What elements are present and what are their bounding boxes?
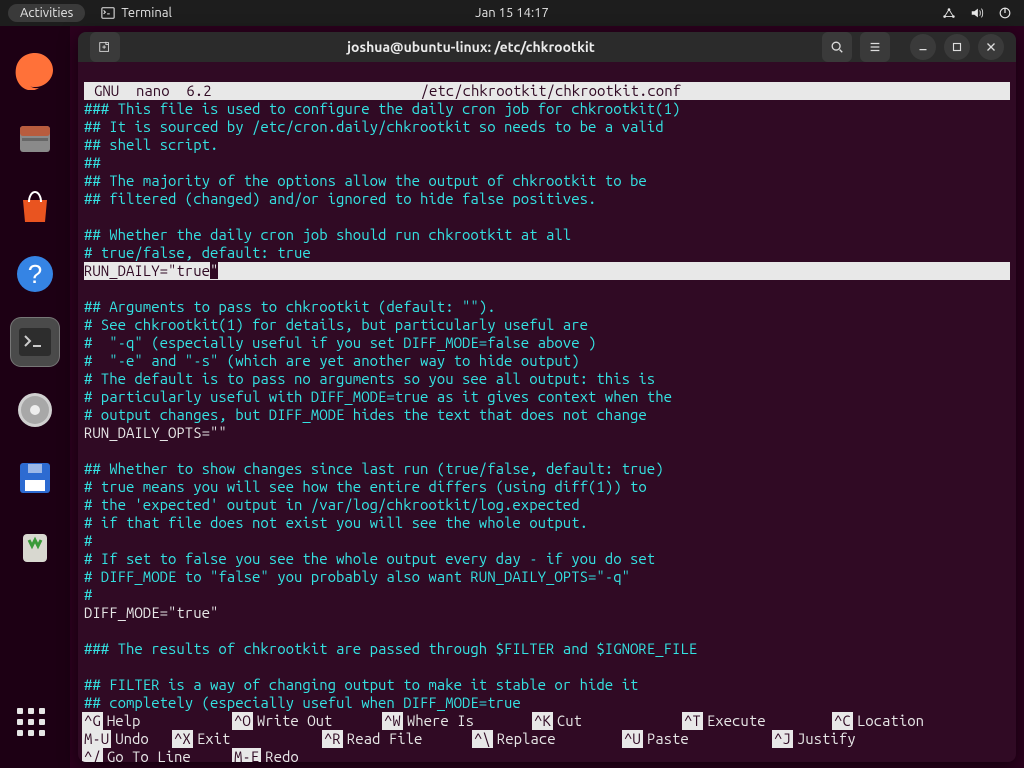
network-icon	[942, 6, 956, 20]
activities-button[interactable]: Activities	[8, 4, 85, 22]
dock-firefox[interactable]	[11, 46, 59, 94]
file-line: DIFF_MODE="true"	[84, 604, 218, 621]
shortcut-replace: ^\Replace	[472, 730, 622, 748]
file-line: ### The results of chkrootkit are passed…	[84, 640, 697, 657]
close-icon	[984, 40, 998, 54]
window-title: joshua@ubuntu-linux: /etc/chkrootkit	[124, 39, 818, 55]
dock-terminal[interactable]	[11, 318, 59, 366]
file-line: ## It is sourced by /etc/cron.daily/chkr…	[84, 118, 664, 135]
nano-shortcuts: ^GHelp ^OWrite Out ^WWhere Is ^KCut ^TEx…	[78, 712, 1016, 762]
terminal-app-icon	[17, 324, 53, 360]
volume-icon	[970, 6, 984, 20]
dock-disk[interactable]	[11, 386, 59, 434]
dock-save[interactable]	[11, 454, 59, 502]
new-tab-icon	[98, 40, 112, 54]
files-icon	[15, 118, 55, 158]
file-line: RUN_DAILY="true	[84, 262, 210, 279]
shortcut-cut: ^KCut	[532, 712, 682, 730]
file-line: # true/false, default: true	[84, 244, 311, 261]
system-tray[interactable]	[942, 6, 1012, 20]
file-line: # "-q" (especially useful if you set DIF…	[84, 334, 596, 351]
file-line: # The default is to pass no arguments so…	[84, 370, 655, 387]
dock: ?	[0, 26, 70, 768]
search-icon	[830, 40, 844, 54]
file-line: ## filtered (changed) and/or ignored to …	[84, 190, 596, 207]
trash-icon	[15, 526, 55, 566]
file-line: # the 'expected' output in /var/log/chkr…	[84, 496, 580, 513]
file-line: # See chkrootkit(1) for details, but par…	[84, 316, 588, 333]
terminal-content[interactable]: GNU nano 6.2/etc/chkrootkit/chkrootkit.c…	[78, 62, 1016, 712]
file-line: # particularly useful with DIFF_MODE=tru…	[84, 388, 672, 405]
file-line: ## completely (especially useful when DI…	[84, 694, 521, 711]
cursor-line: RUN_DAILY="true"	[84, 262, 1010, 280]
file-line: ## The majority of the options allow the…	[84, 172, 647, 189]
file-line: ## Whether to show changes since last ru…	[84, 460, 664, 477]
floppy-icon	[15, 458, 55, 498]
shortcut-execute: ^TExecute	[682, 712, 832, 730]
titlebar: joshua@ubuntu-linux: /etc/chkrootkit	[78, 32, 1016, 62]
shortcut-gotoline: ^/Go To Line	[82, 748, 232, 762]
clock[interactable]: Jan 15 14:17	[475, 6, 549, 20]
hamburger-icon	[868, 40, 882, 54]
firefox-icon	[15, 50, 55, 90]
nano-version: GNU nano 6.2	[84, 82, 212, 100]
shortcut-writeout: ^OWrite Out	[232, 712, 382, 730]
shortcut-redo: M-ERedo	[232, 748, 322, 762]
cursor: "	[210, 262, 218, 279]
shortcut-exit: ^XExit	[172, 730, 322, 748]
file-line: #	[84, 586, 92, 603]
file-line: ##	[84, 154, 101, 171]
shortcut-paste: ^UPaste	[622, 730, 772, 748]
new-tab-button[interactable]	[90, 32, 120, 62]
svg-text:?: ?	[28, 259, 42, 289]
dock-software[interactable]	[11, 182, 59, 230]
terminal-icon	[101, 6, 115, 20]
shortcut-help: ^GHelp	[82, 712, 232, 730]
file-line: ### This file is used to configure the d…	[84, 100, 680, 117]
maximize-icon	[950, 40, 964, 54]
file-line: # if that file does not exist you will s…	[84, 514, 588, 531]
file-line: RUN_DAILY_OPTS=""	[84, 424, 227, 441]
terminal-window: joshua@ubuntu-linux: /etc/chkrootkit GNU…	[78, 32, 1016, 762]
help-icon: ?	[15, 254, 55, 294]
minimize-button[interactable]	[910, 34, 936, 60]
file-line: # "-e" and "-s" (which are yet another w…	[84, 352, 580, 369]
disk-icon	[15, 390, 55, 430]
search-button[interactable]	[822, 32, 852, 62]
shopping-bag-icon	[15, 186, 55, 226]
file-line: ## FILTER is a way of changing output to…	[84, 676, 638, 693]
show-applications[interactable]	[17, 708, 53, 744]
shortcut-whereis: ^WWhere Is	[382, 712, 532, 730]
close-button[interactable]	[978, 34, 1004, 60]
file-line: # output changes, but DIFF_MODE hides th…	[84, 406, 647, 423]
file-line: ## shell script.	[84, 136, 218, 153]
file-line: # DIFF_MODE to "false" you probably also…	[84, 568, 630, 585]
app-menu[interactable]: Terminal	[101, 6, 172, 20]
nano-filepath: /etc/chkrootkit/chkrootkit.conf	[212, 82, 1010, 100]
nano-header: GNU nano 6.2/etc/chkrootkit/chkrootkit.c…	[84, 82, 1010, 100]
file-line: ## Arguments to pass to chkrootkit (defa…	[84, 298, 496, 315]
dock-trash[interactable]	[11, 522, 59, 570]
hamburger-button[interactable]	[860, 32, 890, 62]
file-line: #	[84, 532, 92, 549]
shortcut-location: ^CLocation	[832, 712, 982, 730]
file-line: # true means you will see how the entire…	[84, 478, 647, 495]
file-line: # If set to false you see the whole outp…	[84, 550, 655, 567]
shortcut-undo: M-UUndo	[82, 730, 172, 748]
gnome-topbar: Activities Terminal Jan 15 14:17	[0, 0, 1024, 26]
dock-help[interactable]: ?	[11, 250, 59, 298]
app-menu-label: Terminal	[121, 6, 172, 20]
shortcut-justify: ^JJustify	[772, 730, 922, 748]
power-icon	[998, 6, 1012, 20]
file-line: ## Whether the daily cron job should run…	[84, 226, 571, 243]
shortcut-readfile: ^RRead File	[322, 730, 472, 748]
minimize-icon	[916, 40, 930, 54]
maximize-button[interactable]	[944, 34, 970, 60]
dock-files[interactable]	[11, 114, 59, 162]
